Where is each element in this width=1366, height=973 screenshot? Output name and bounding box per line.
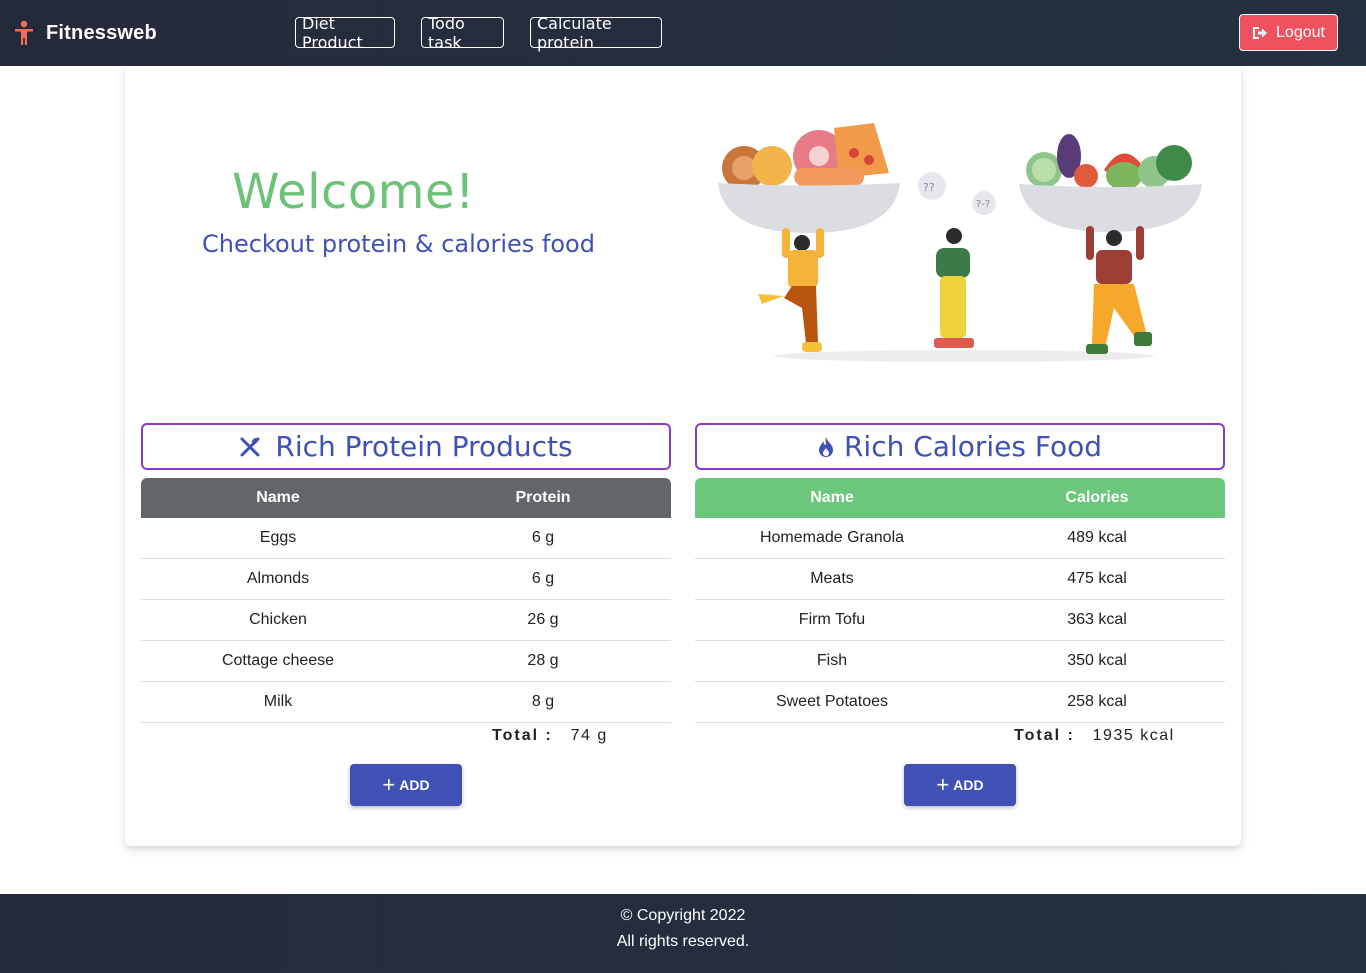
protein-section-header: Rich Protein Products — [141, 423, 671, 470]
fire-icon — [818, 436, 833, 457]
row-name: Firm Tofu — [798, 611, 866, 628]
column-header-protein: Protein — [515, 489, 571, 506]
column-header-name: Name — [256, 489, 300, 506]
protein-total: Total : 74 g — [492, 727, 608, 745]
table-header: Name Protein — [141, 478, 671, 518]
add-label: ADD — [399, 777, 430, 793]
row-name: Meats — [810, 570, 854, 587]
row-name: Eggs — [259, 529, 297, 546]
table-row: Cottage cheese 28 g — [141, 641, 671, 682]
footer: © Copyright 2022 All rights reserved. — [0, 894, 1366, 973]
plus-icon: + — [936, 772, 950, 797]
person-icon — [14, 20, 34, 46]
rights-text: All rights reserved. — [616, 933, 750, 950]
welcome-title: Welcome! — [232, 164, 475, 220]
table-row: Fish 350 kcal — [695, 641, 1225, 682]
total-value: 1935 kcal — [1092, 727, 1175, 744]
row-value: 8 g — [531, 693, 555, 710]
row-name: Sweet Potatoes — [775, 693, 889, 710]
row-value: 489 kcal — [1067, 529, 1127, 546]
nav-diet-product-button[interactable]: Diet Product — [295, 14, 395, 52]
calories-total: Total : 1935 kcal — [1014, 727, 1175, 745]
add-label: ADD — [953, 777, 984, 793]
utensils-icon — [240, 437, 260, 456]
logout-button[interactable]: Logout — [1239, 14, 1338, 51]
table-header: Name Calories — [695, 478, 1225, 518]
table-row: Firm Tofu 363 kcal — [695, 600, 1225, 641]
row-value: 363 kcal — [1067, 611, 1127, 628]
row-name: Chicken — [249, 611, 307, 628]
table-row: Homemade Granola 489 kcal — [695, 518, 1225, 559]
row-value: 475 kcal — [1067, 570, 1127, 587]
row-value: 350 kcal — [1067, 652, 1127, 669]
nav-todo-task-button[interactable]: Todo task — [421, 14, 504, 52]
row-value: 6 g — [531, 570, 555, 587]
table-row: Almonds 6 g — [141, 559, 671, 600]
column-header-name: Name — [810, 489, 854, 506]
add-calories-button[interactable]: + ADD — [904, 764, 1016, 806]
row-name: Homemade Granola — [759, 529, 905, 546]
calories-table: Name Calories Homemade Granola 489 kcal … — [695, 478, 1225, 723]
logout-icon — [1253, 26, 1268, 39]
plus-icon: + — [382, 772, 396, 797]
logout-label: Logout — [1276, 23, 1325, 41]
table-row: Eggs 6 g — [141, 518, 671, 559]
welcome-subtitle: Checkout protein & calories food — [202, 230, 595, 258]
row-name: Almonds — [246, 570, 310, 587]
table-row: Sweet Potatoes 258 kcal — [695, 682, 1225, 723]
copyright-text: © Copyright 2022 — [620, 907, 746, 924]
table-row: Meats 475 kcal — [695, 559, 1225, 600]
total-value: 74 g — [570, 727, 608, 744]
food-illustration: ?? ?-? — [714, 108, 1204, 368]
row-name: Milk — [263, 693, 293, 710]
nav-calculate-protein-button[interactable]: Calculate protein — [530, 14, 662, 52]
row-name: Fish — [816, 652, 848, 669]
add-protein-button[interactable]: + ADD — [350, 764, 462, 806]
calories-section-header: Rich Calories Food — [695, 423, 1225, 470]
row-value: 6 g — [531, 529, 555, 546]
row-value: 26 g — [527, 611, 559, 628]
protein-section-title: Rich Protein Products — [275, 430, 573, 463]
brand[interactable]: Fitnessweb — [14, 20, 157, 46]
total-label: Total : — [1014, 727, 1075, 744]
protein-table: Name Protein Eggs 6 g Almonds 6 g Chicke… — [141, 478, 671, 723]
column-header-calories: Calories — [1065, 489, 1129, 506]
total-label: Total : — [492, 727, 553, 744]
table-row: Milk 8 g — [141, 682, 671, 723]
svg-text:?-?: ?-? — [976, 199, 990, 210]
calories-section-title: Rich Calories Food — [843, 430, 1103, 463]
brand-name: Fitnessweb — [46, 21, 157, 44]
row-value: 28 g — [527, 652, 559, 669]
row-name: Cottage cheese — [221, 652, 335, 669]
svg-text:??: ?? — [923, 181, 935, 194]
row-value: 258 kcal — [1067, 693, 1127, 710]
table-row: Chicken 26 g — [141, 600, 671, 641]
top-navbar: Fitnessweb Diet Product Todo task Calcul… — [0, 0, 1366, 66]
